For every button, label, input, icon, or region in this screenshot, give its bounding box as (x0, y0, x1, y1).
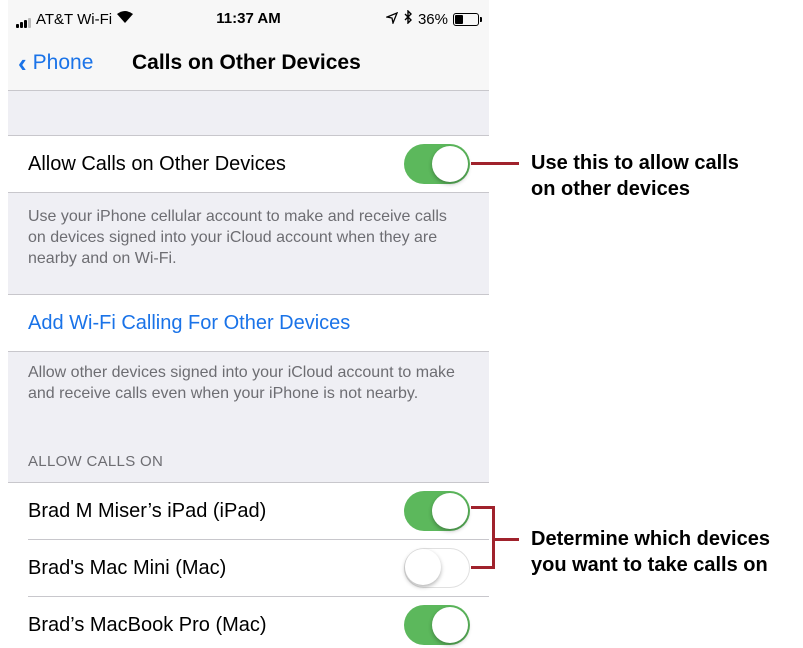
toggle-knob (405, 549, 441, 585)
wifi-calling-link[interactable]: Add Wi-Fi Calling For Other Devices (28, 312, 350, 335)
section-header: ALLOW CALLS ON (28, 453, 164, 470)
battery-icon (453, 12, 482, 26)
callout-allow-calls: Use this to allow calls on other devices (531, 150, 739, 202)
allow-calls-cell[interactable]: Allow Calls on Other Devices (8, 135, 489, 193)
allow-calls-label: Allow Calls on Other Devices (28, 153, 286, 175)
callout-text: you want to take calls on (531, 554, 768, 576)
toggle-knob (432, 493, 468, 529)
chevron-left-icon: ‹ (18, 48, 27, 78)
device-toggle[interactable] (404, 605, 470, 645)
callout-devices: Determine which devices you want to take… (531, 526, 770, 578)
callout-line (471, 162, 519, 165)
phone-screen: AT&T Wi-Fi 11:37 AM 36% ‹ Phone Calls on… (8, 0, 489, 648)
bluetooth-icon (403, 9, 413, 28)
devices-group: Brad M Miser’s iPad (iPad) Brad's Mac Mi… (8, 482, 489, 648)
status-right: 36% (384, 9, 482, 28)
callout-line (494, 538, 519, 541)
toggle-knob (432, 146, 468, 182)
callout-text: Use this to allow calls (531, 152, 739, 174)
wifi-calling-footer: Allow other devices signed into your iCl… (28, 364, 455, 402)
device-row[interactable]: Brad’s MacBook Pro (Mac) (8, 597, 489, 648)
device-label: Brad's Mac Mini (Mac) (28, 557, 227, 579)
callout-bracket-top (471, 506, 494, 509)
device-toggle[interactable] (404, 491, 470, 531)
toggle-knob (432, 607, 468, 643)
battery-percent: 36% (417, 10, 448, 28)
device-row[interactable]: Brad M Miser’s iPad (iPad) (8, 483, 489, 539)
callout-text: Determine which devices (531, 528, 770, 550)
navigation-bar: ‹ Phone Calls on Other Devices (8, 38, 489, 91)
device-row[interactable]: Brad's Mac Mini (Mac) (8, 540, 489, 596)
location-icon (384, 11, 399, 28)
allow-calls-toggle[interactable] (404, 144, 470, 184)
back-label: Phone (32, 51, 94, 74)
device-toggle[interactable] (404, 548, 470, 588)
device-label: Brad M Miser’s iPad (iPad) (28, 500, 267, 522)
status-bar: AT&T Wi-Fi 11:37 AM 36% (8, 0, 489, 38)
device-label: Brad’s MacBook Pro (Mac) (28, 614, 267, 636)
back-button[interactable]: ‹ Phone (18, 50, 93, 76)
callout-bracket-bottom (471, 566, 494, 569)
allow-calls-footer: Use your iPhone cellular account to make… (28, 208, 447, 267)
wifi-calling-cell[interactable]: Add Wi-Fi Calling For Other Devices (8, 294, 489, 352)
callout-text: on other devices (531, 178, 690, 200)
page-title: Calls on Other Devices (132, 51, 361, 74)
